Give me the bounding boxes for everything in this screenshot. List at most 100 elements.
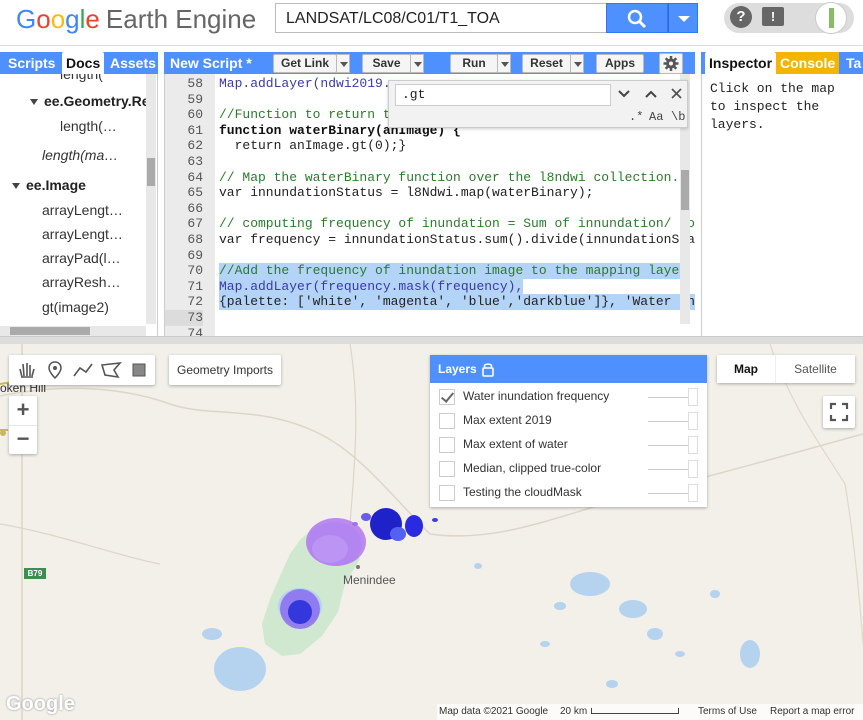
scale-bar: 20 km <box>552 704 692 720</box>
layer-checkbox[interactable] <box>439 437 455 453</box>
code-line[interactable]: 68 var frequency = innundationStatus.sum(… <box>165 232 695 248</box>
search-button[interactable] <box>606 3 668 33</box>
opacity-handle[interactable] <box>688 412 698 430</box>
reset-dropdown[interactable] <box>570 54 584 73</box>
search-dropdown-button[interactable] <box>668 3 698 33</box>
code-line[interactable]: 72 {palette: ['white', 'magenta', 'blue',… <box>165 294 695 310</box>
get-link-button[interactable]: Get Link <box>273 54 337 73</box>
doc-item[interactable]: arrayPad(l… <box>42 250 121 266</box>
code-line[interactable]: 74 <box>165 326 685 336</box>
regex-toggle[interactable]: .* <box>629 110 643 124</box>
layer-row[interactable]: Max extent 2019 <box>430 409 707 433</box>
layer-checkbox[interactable] <box>439 389 455 405</box>
opacity-handle[interactable] <box>688 436 698 454</box>
run-dropdown[interactable] <box>497 54 511 73</box>
line-number: 70 <box>187 263 203 279</box>
tab-docs[interactable]: Docs <box>62 52 105 74</box>
doc-item[interactable]: arrayLengt… <box>42 202 123 218</box>
opacity-handle[interactable] <box>688 388 698 406</box>
close-icon[interactable] <box>671 88 682 99</box>
opacity-slider[interactable] <box>648 397 692 398</box>
zoom-out-button[interactable]: − <box>9 425 37 452</box>
word-toggle[interactable]: \b <box>671 110 685 124</box>
doc-item[interactable]: gt(image2) <box>42 299 109 315</box>
line-number: 71 <box>187 278 203 294</box>
case-toggle[interactable]: Aa <box>649 110 663 124</box>
docs-scrollbar[interactable] <box>146 74 156 324</box>
code-line[interactable]: 63 <box>165 154 685 170</box>
opacity-handle[interactable] <box>688 460 698 478</box>
layer-checkbox[interactable] <box>439 413 455 429</box>
line-number: 67 <box>187 216 203 232</box>
docs-hscroll-thumb[interactable] <box>10 327 90 335</box>
opacity-slider[interactable] <box>648 493 692 494</box>
layer-row[interactable]: Testing the cloudMask <box>430 481 707 505</box>
opacity-slider[interactable] <box>648 445 692 446</box>
geometry-imports-button[interactable]: Geometry Imports <box>169 355 281 385</box>
code-line[interactable]: 66 <box>165 201 685 217</box>
code-line[interactable]: 67 // computing frequency of inundation =… <box>165 216 695 232</box>
doc-group-image[interactable]: ee.Image <box>12 177 86 193</box>
tab-inspector[interactable]: Inspector <box>705 52 777 74</box>
doc-item[interactable]: length(… <box>60 118 117 134</box>
map-type-satellite[interactable]: Satellite <box>775 355 855 383</box>
layers-header[interactable]: Layers <box>430 355 707 383</box>
doc-item[interactable]: length( <box>60 74 103 82</box>
chevron-down-icon[interactable] <box>617 87 631 101</box>
code-line[interactable]: 70 //Add the frequency of inundation imag… <box>165 263 688 279</box>
help-icon[interactable]: ? <box>730 6 752 28</box>
opacity-slider[interactable] <box>648 421 692 422</box>
code-line[interactable]: 64 // Map the waterBinary function over t… <box>165 170 685 186</box>
code-line[interactable]: 69 <box>165 248 685 264</box>
tab-tasks[interactable]: Ta <box>842 52 863 74</box>
avatar[interactable] <box>815 2 847 34</box>
zoom-in-button[interactable]: + <box>9 397 37 423</box>
doc-item[interactable]: arrayLengt… <box>42 226 123 242</box>
get-link-dropdown[interactable] <box>336 54 350 73</box>
save-dropdown[interactable] <box>410 54 424 73</box>
layer-row[interactable]: Max extent of water <box>430 433 707 457</box>
tab-assets[interactable]: Assets <box>106 52 160 74</box>
earth-engine-logo[interactable]: Google Earth Engine <box>16 4 256 35</box>
map-type-map[interactable]: Map <box>717 355 775 383</box>
map-data-attribution: Map data ©2021 Google <box>437 704 552 720</box>
terms-link[interactable]: Terms of Use <box>692 704 766 720</box>
code-line[interactable]: 65 var innundationStatus = l8Ndwi.map(wat… <box>165 185 685 201</box>
point-marker-icon[interactable] <box>42 360 68 380</box>
settings-button[interactable] <box>659 53 683 74</box>
caret-down-icon <box>12 183 20 190</box>
layer-checkbox[interactable] <box>439 461 455 477</box>
opacity-handle[interactable] <box>688 484 698 502</box>
layer-checkbox[interactable] <box>439 485 455 501</box>
tab-console[interactable]: Console <box>776 52 840 74</box>
code-line[interactable]: 73 <box>165 310 685 326</box>
feedback-icon[interactable]: ! <box>762 7 784 26</box>
code-line[interactable]: 62 return anImage.gt(0);} <box>165 138 685 154</box>
save-button[interactable]: Save <box>362 54 411 73</box>
apps-button[interactable]: Apps <box>596 54 644 73</box>
docs-scroll-thumb[interactable] <box>147 158 155 186</box>
editor-scroll-thumb[interactable] <box>681 170 689 210</box>
polygon-tool-icon[interactable] <box>98 360 124 380</box>
chevron-up-icon[interactable] <box>644 87 658 101</box>
doc-item[interactable]: arrayResh… <box>42 274 121 290</box>
line-tool-icon[interactable] <box>70 360 96 380</box>
tab-scripts[interactable]: Scripts <box>4 52 59 74</box>
lock-icon[interactable] <box>481 361 495 377</box>
reset-button[interactable]: Reset <box>522 54 571 73</box>
search-input[interactable]: LANDSAT/LC08/C01/T1_TOA <box>275 3 606 33</box>
rectangle-tool-icon[interactable] <box>126 360 152 380</box>
pan-hand-icon[interactable] <box>14 360 40 380</box>
google-map-logo[interactable]: Google <box>6 693 75 716</box>
run-button[interactable]: Run <box>450 54 498 73</box>
panel-splitter[interactable] <box>0 336 863 344</box>
find-input[interactable]: .gt <box>395 84 611 106</box>
report-error-link[interactable]: Report a map error <box>766 704 863 720</box>
layer-row[interactable]: Water inundation frequency <box>430 385 707 409</box>
fullscreen-button[interactable] <box>823 396 855 428</box>
code-line[interactable]: 71 Map.addLayer(frequency.mask(frequency)… <box>165 278 685 295</box>
doc-item[interactable]: length(ma… <box>42 147 118 163</box>
layer-row[interactable]: Median, clipped true-color <box>430 457 707 481</box>
opacity-slider[interactable] <box>648 469 692 470</box>
doc-group-geometry[interactable]: ee.Geometry.Re <box>30 93 150 109</box>
